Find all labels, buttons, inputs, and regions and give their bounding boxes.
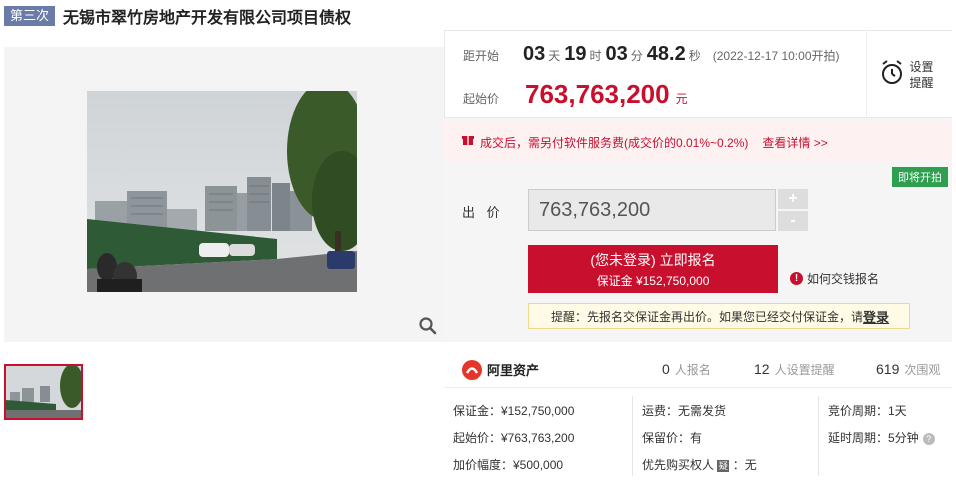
status-badge: 即将开拍 xyxy=(892,167,948,187)
set-reminder-button[interactable]: 设置提醒 xyxy=(866,31,952,119)
bid-stepper: + - xyxy=(778,189,808,231)
register-button[interactable]: (您未登录) 立即报名 保证金 ¥152,750,000 xyxy=(528,245,778,293)
countdown-days-unit: 天 xyxy=(548,49,561,63)
title-bar: 第三次 无锡市翠竹房地产开发有限公司项目债权 xyxy=(4,4,351,28)
zoom-icon[interactable] xyxy=(418,316,438,336)
divider xyxy=(818,396,819,476)
signup-count-num: 0 xyxy=(662,361,670,377)
countdown-box: 距开始 03 天 19 时 03 分 48.2 秒 (2022-12-17 10… xyxy=(444,30,952,119)
view-count-num: 619 xyxy=(876,361,900,377)
service-fee-notice: 成交后，需另付软件服务费(成交价的0.01%~0.2%) 查看详情 >> xyxy=(444,122,952,162)
info-icon: ! xyxy=(790,272,803,285)
login-tip-text: 提醒：先报名交保证金再出价。如果您已经交付保证金，请 xyxy=(551,309,864,324)
countdown-hours-unit: 时 xyxy=(589,49,602,63)
how-to-pay-label: 如何交钱报名 xyxy=(807,272,880,286)
detail-deposit: 保证金：¥152,750,000 xyxy=(453,404,575,418)
detail-shipping: 运费：无需发货 xyxy=(642,404,727,418)
set-reminder-label: 设置提醒 xyxy=(909,60,934,90)
delay-cycle-label: 延时周期：5分钟 xyxy=(828,431,919,445)
countdown-seconds: 48.2 xyxy=(646,43,686,65)
divider xyxy=(632,396,633,476)
detail-start-price: 起始价：¥763,763,200 xyxy=(453,431,575,445)
image-gallery xyxy=(4,47,444,342)
view-count: 619 次围观 xyxy=(876,361,940,378)
main-photo[interactable] xyxy=(87,91,357,292)
countdown: 距开始 03 天 19 时 03 分 48.2 秒 (2022-12-17 10… xyxy=(463,43,840,66)
countdown-minutes: 03 xyxy=(605,43,628,65)
priority-buyer-value: ：无 xyxy=(732,458,757,472)
decrease-bid-button[interactable]: - xyxy=(778,211,808,231)
increase-bid-button[interactable]: + xyxy=(778,189,808,209)
priority-buyer-label: 优先购买权人 xyxy=(642,458,715,472)
register-deposit: 保证金 ¥152,750,000 xyxy=(596,273,710,288)
signup-count-label: 人报名 xyxy=(674,363,711,377)
detail-reserve-price: 保留价：有 xyxy=(642,431,703,445)
login-link[interactable]: 登录 xyxy=(863,307,889,326)
bid-amount-input[interactable] xyxy=(528,189,776,231)
starting-price-label: 起始价 xyxy=(463,92,500,106)
view-details-link[interactable]: 查看详情 >> xyxy=(762,134,827,151)
starting-price-value: 763,763,200 xyxy=(525,79,670,109)
login-tip: 提醒：先报名交保证金再出价。如果您已经交付保证金，请 登录 xyxy=(528,303,910,329)
countdown-seconds-unit: 秒 xyxy=(688,49,701,63)
gift-icon xyxy=(462,133,474,151)
detail-delay-cycle: 延时周期：5分钟? xyxy=(828,429,935,446)
service-fee-text: 成交后，需另付软件服务费(成交价的0.01%~0.2%) xyxy=(480,135,749,150)
starting-price-unit: 元 xyxy=(675,92,688,106)
round-badge: 第三次 xyxy=(4,6,56,26)
bid-label: 出 价 xyxy=(462,205,504,220)
view-count-label: 次围观 xyxy=(904,363,941,377)
detail-bid-cycle: 竞价周期：1天 xyxy=(828,404,907,418)
brand-name: 阿里资产 xyxy=(487,363,540,378)
ali-assets-logo-icon xyxy=(462,359,482,380)
countdown-hours: 19 xyxy=(564,43,587,65)
reminder-count-label: 人设置提醒 xyxy=(774,363,835,377)
how-to-pay-link[interactable]: ! 如何交钱报名 xyxy=(790,270,879,287)
countdown-days: 03 xyxy=(523,43,546,65)
detail-increment: 加价幅度：¥500,000 xyxy=(453,458,564,472)
countdown-label: 距开始 xyxy=(463,49,500,63)
signup-count: 0 人报名 xyxy=(662,361,711,378)
brand: 阿里资产 xyxy=(462,359,540,380)
thumbnail-1[interactable] xyxy=(4,364,83,420)
reminder-count: 12 人设置提醒 xyxy=(754,361,835,378)
detail-priority-buyer: 优先购买权人 疑 ：无 xyxy=(642,456,757,473)
reminder-count-num: 12 xyxy=(754,361,770,377)
question-tag-icon[interactable]: 疑 xyxy=(717,459,730,472)
starting-price: 起始价 763,763,200 元 xyxy=(463,79,688,110)
auction-info-panel: 距开始 03 天 19 时 03 分 48.2 秒 (2022-12-17 10… xyxy=(444,30,952,342)
help-icon[interactable]: ? xyxy=(922,432,935,445)
auction-start-time: (2022-12-17 10:00开拍) xyxy=(712,49,840,63)
alarm-clock-icon xyxy=(880,59,904,91)
brand-stats-row: 阿里资产 0 人报名 12 人设置提醒 619 次围观 xyxy=(444,352,952,388)
countdown-minutes-unit: 分 xyxy=(630,49,643,63)
page-title: 无锡市翠竹房地产开发有限公司项目债权 xyxy=(63,10,352,27)
register-button-label: (您未登录) 立即报名 xyxy=(590,251,716,268)
